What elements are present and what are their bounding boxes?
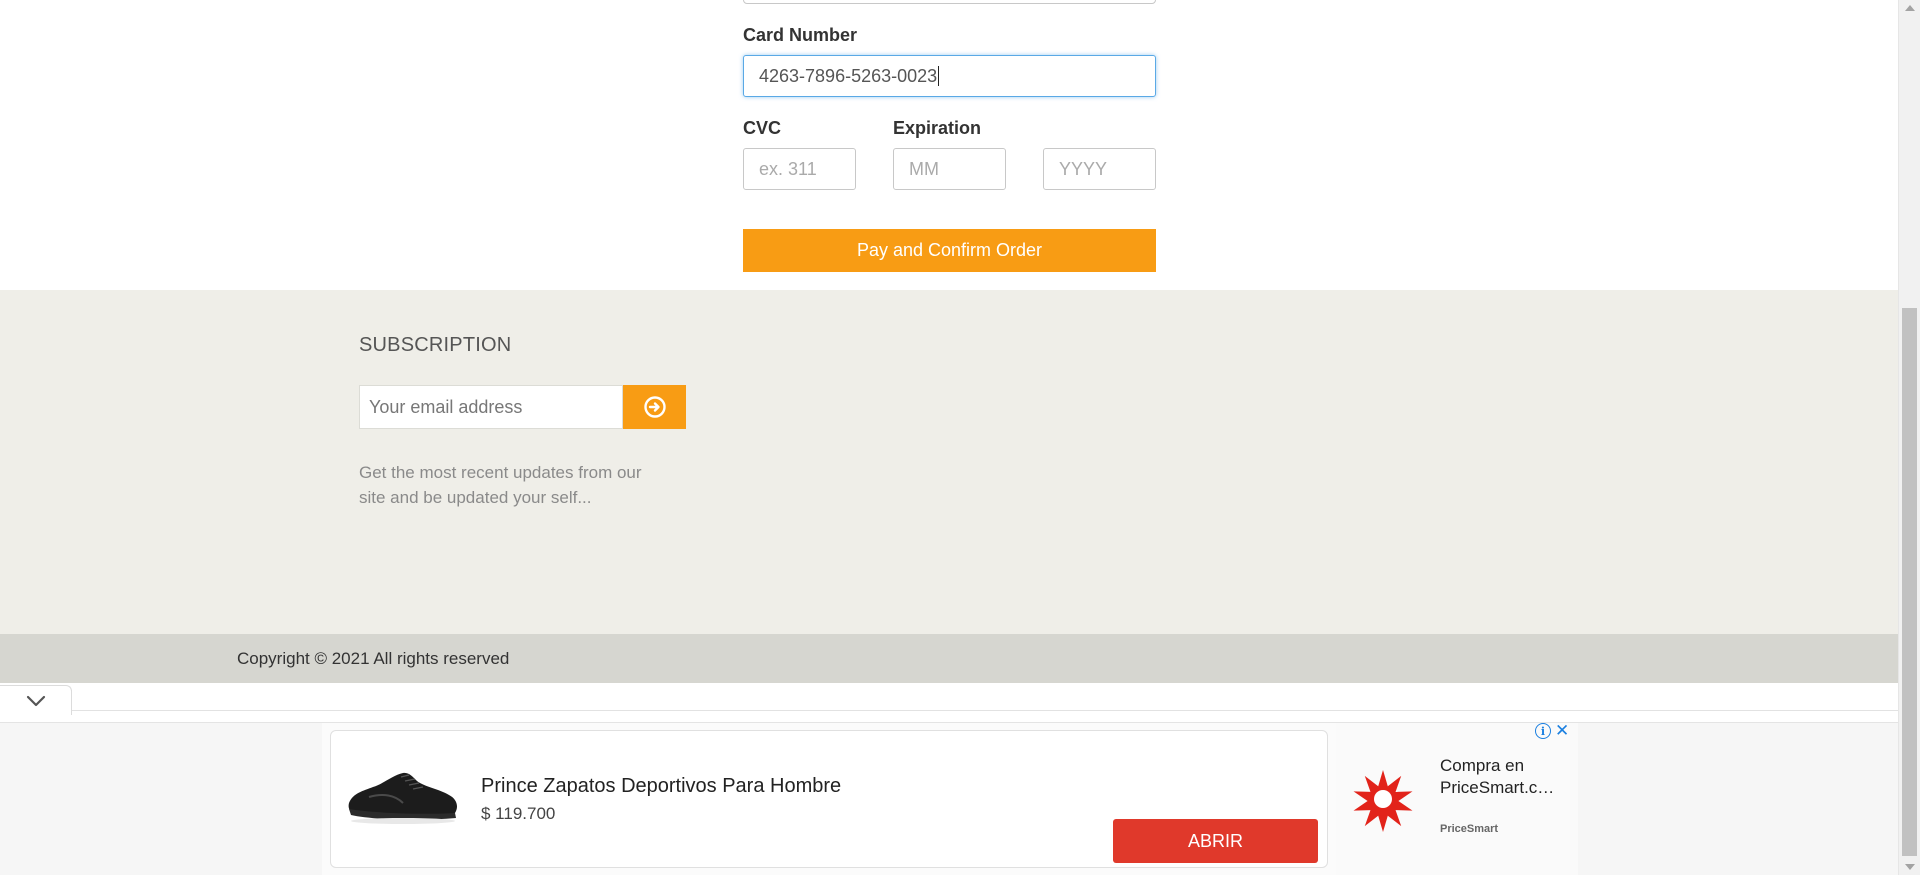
cvc-label: CVC: [743, 118, 782, 138]
expiration-month-input[interactable]: MM: [893, 148, 1006, 190]
copyright-bar: Copyright © 2021 All rights reserved: [0, 634, 1898, 683]
page-scrollbar[interactable]: [1898, 0, 1920, 875]
scroll-up-arrow-icon[interactable]: [1905, 5, 1915, 11]
scroll-thumb[interactable]: [1902, 308, 1917, 856]
subscription-description: Get the most recent updates from our sit…: [359, 463, 642, 507]
cvc-input[interactable]: ex. 311: [743, 148, 856, 190]
ad-divider: [72, 710, 1898, 711]
ad-side-title: Compra en PriceSmart.c…: [1440, 756, 1555, 797]
pricesmart-logo-icon: [1353, 770, 1413, 832]
subscription-title: SUBSCRIPTION: [359, 334, 512, 356]
month-placeholder: MM: [909, 158, 939, 179]
ad-card[interactable]: Prince Zapatos Deportivos Para Hombre $ …: [330, 730, 1328, 868]
checkout-form: Card Number 4263-7896-5263-0023 CVC ex. …: [0, 0, 1898, 290]
card-number-label: Card Number: [743, 25, 858, 45]
ad-open-button[interactable]: ABRIR: [1113, 819, 1318, 863]
text-caret: [938, 66, 940, 86]
card-number-value: 4263-7896-5263-0023: [759, 65, 938, 86]
copyright-text: Copyright © 2021 All rights reserved: [237, 649, 510, 668]
arrow-circle-right-icon: [643, 396, 666, 418]
ad-collapse-button[interactable]: [0, 685, 72, 715]
cvc-placeholder: ex. 311: [759, 158, 817, 179]
shoe-product-image: [348, 772, 457, 824]
ad-product-title: Prince Zapatos Deportivos Para Hombre: [481, 775, 842, 797]
ad-product-price: $ 119.700: [481, 804, 556, 823]
ad-side-panel[interactable]: Compra en PriceSmart.c… PriceSmart: [1336, 723, 1578, 875]
expiration-year-input[interactable]: YYYY: [1043, 148, 1156, 190]
expiration-label: Expiration: [893, 118, 982, 138]
footer: SUBSCRIPTION Your email address Get the …: [0, 290, 1898, 634]
chevron-down-icon: [26, 695, 45, 706]
email-placeholder: Your email address: [369, 396, 523, 417]
ad-anchor-top: [0, 683, 1898, 723]
info-icon[interactable]: i: [1535, 723, 1551, 739]
pay-confirm-order-button[interactable]: Pay and Confirm Order: [743, 229, 1156, 272]
subscribe-button[interactable]: [623, 385, 686, 429]
previous-field[interactable]: [743, 0, 1156, 4]
scroll-down-arrow-icon[interactable]: [1905, 864, 1915, 870]
ad-brand-name: PriceSmart: [1440, 823, 1499, 835]
year-placeholder: YYYY: [1059, 158, 1108, 179]
subscription-email-input[interactable]: Your email address: [359, 385, 623, 429]
ad-controls: i ✕: [1535, 722, 1569, 739]
card-number-input[interactable]: 4263-7896-5263-0023: [743, 55, 1156, 97]
close-icon[interactable]: ✕: [1555, 722, 1569, 739]
